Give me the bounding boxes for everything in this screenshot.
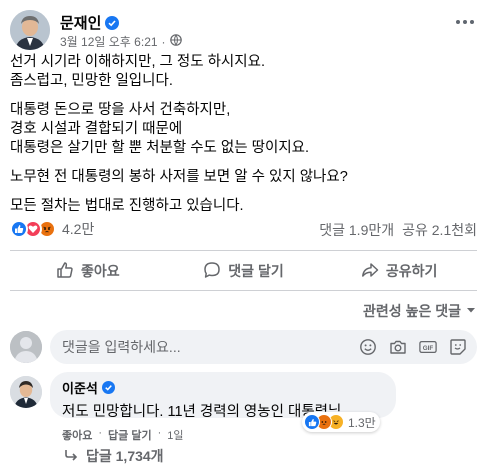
verified-badge-icon bbox=[101, 380, 116, 395]
divider bbox=[10, 290, 477, 291]
reaction-summary[interactable]: 4.2만 bbox=[10, 219, 94, 239]
comment-reaction-count: 1.3만 bbox=[348, 415, 376, 430]
like-label: 좋아요 bbox=[81, 263, 120, 279]
comment-bubble-icon bbox=[203, 261, 221, 282]
gif-icon[interactable]: GIF bbox=[419, 338, 437, 356]
post-text-line: 선거 시기라 이해하지만, 그 정도 하시지요. bbox=[10, 54, 265, 70]
author-name[interactable]: 문재인 bbox=[60, 12, 101, 33]
share-arrow-icon bbox=[361, 261, 379, 282]
reaction-count: 4.2만 bbox=[62, 221, 95, 237]
like-button[interactable]: 좋아요 bbox=[10, 254, 166, 288]
public-globe-icon bbox=[169, 34, 182, 49]
view-replies-link[interactable]: 답글 1,734개 bbox=[64, 446, 164, 466]
like-icon bbox=[10, 220, 28, 238]
post-text-line: 좀스럽고, 민망한 일입니다. bbox=[10, 73, 173, 89]
commenter-avatar[interactable] bbox=[10, 376, 42, 408]
post-paragraph: 선거 시기라 이해하지만, 그 정도 하시지요. 좀스럽고, 민망한 일입니다. bbox=[10, 53, 477, 91]
emoji-icon[interactable] bbox=[359, 338, 377, 356]
post-text-line: 노무현 전 대통령의 봉하 사저를 보면 알 수 있지 않나요? bbox=[10, 169, 348, 185]
post-body: 선거 시기라 이해하지만, 그 정도 하시지요. 좀스럽고, 민망한 일입니다. 대… bbox=[10, 53, 477, 226]
post-text-line: 대통령 돈으로 땅을 사서 건축하지만, bbox=[10, 102, 231, 118]
comment-reaction-summary[interactable]: 1.3만 bbox=[302, 412, 380, 432]
shares-count[interactable]: 공유 2.1천회 bbox=[402, 220, 477, 240]
post-text-line: 대통령은 살기만 할 뿐 처분할 수도 없는 땅이지요. bbox=[10, 140, 310, 156]
sticker-icon[interactable] bbox=[449, 338, 467, 356]
comment-input[interactable] bbox=[62, 330, 362, 364]
comment-time[interactable]: 1일 bbox=[167, 427, 183, 443]
post-meta: 3월 12일 오후 6:21 · bbox=[60, 33, 182, 50]
comment-actions: 좋아요 · 답글 달기 · 1일 bbox=[62, 427, 184, 443]
sort-label: 관련성 높은 댓글 bbox=[363, 303, 461, 319]
current-user-avatar bbox=[10, 331, 42, 363]
post-header: 문재인 3월 12일 오후 6:21 · bbox=[10, 10, 477, 50]
caret-down-icon bbox=[465, 303, 477, 319]
facebook-post: 문재인 3월 12일 오후 6:21 · 선거 시기라 이해하지만, 그 정도 … bbox=[0, 0, 487, 470]
post-paragraph: 노무현 전 대통령의 봉하 사저를 보면 알 수 있지 않나요? bbox=[10, 168, 477, 187]
comments-count[interactable]: 댓글 1.9만개 bbox=[319, 220, 394, 240]
separator: · bbox=[157, 427, 162, 439]
more-options-icon[interactable] bbox=[453, 14, 477, 30]
camera-icon[interactable] bbox=[389, 338, 407, 356]
comment-composer: GIF bbox=[10, 330, 477, 364]
verified-badge-icon bbox=[105, 15, 120, 30]
replies-count: 답글 1,734개 bbox=[86, 448, 164, 464]
comment-label: 댓글 달기 bbox=[228, 263, 284, 279]
post-actions: 좋아요 댓글 달기 공유하기 bbox=[10, 254, 477, 288]
commenter-name[interactable]: 이준석 bbox=[62, 378, 98, 397]
reply-arrow-icon bbox=[64, 448, 78, 464]
commenter-name-row: 이준석 bbox=[62, 378, 384, 397]
author-avatar[interactable] bbox=[10, 10, 50, 50]
post-date[interactable]: 3월 12일 오후 6:21 bbox=[60, 33, 158, 50]
post-text-line: 경호 시설과 결합되기 때문에 bbox=[10, 121, 183, 137]
share-button[interactable]: 공유하기 bbox=[321, 254, 477, 288]
comment-button[interactable]: 댓글 달기 bbox=[166, 254, 322, 288]
thumbs-up-icon bbox=[56, 261, 74, 282]
comment-input-box: GIF bbox=[50, 330, 477, 364]
post-paragraph: 대통령 돈으로 땅을 사서 건축하지만, 경호 시설과 결합되기 때문에대통령은 … bbox=[10, 101, 477, 158]
separator: · bbox=[98, 427, 103, 439]
post-text-line: 모든 절차는 법대로 진행하고 있습니다. bbox=[10, 198, 244, 214]
post-paragraph: 모든 절차는 법대로 진행하고 있습니다. bbox=[10, 197, 477, 216]
engagement-counts: 댓글 1.9만개 공유 2.1천회 bbox=[319, 220, 477, 240]
share-label: 공유하기 bbox=[385, 263, 438, 279]
author-name-row: 문재인 bbox=[60, 12, 120, 33]
comment-sort-dropdown[interactable]: 관련성 높은 댓글 bbox=[363, 301, 477, 321]
comment-reply-link[interactable]: 답글 달기 bbox=[108, 427, 152, 443]
comment-like-link[interactable]: 좋아요 bbox=[62, 427, 92, 443]
like-icon bbox=[304, 414, 320, 430]
divider bbox=[10, 250, 477, 251]
post-stats: 4.2만 댓글 1.9만개 공유 2.1천회 bbox=[10, 216, 477, 240]
meta-separator: · bbox=[161, 34, 166, 49]
composer-tools: GIF bbox=[359, 338, 467, 356]
svg-text:GIF: GIF bbox=[423, 345, 434, 352]
